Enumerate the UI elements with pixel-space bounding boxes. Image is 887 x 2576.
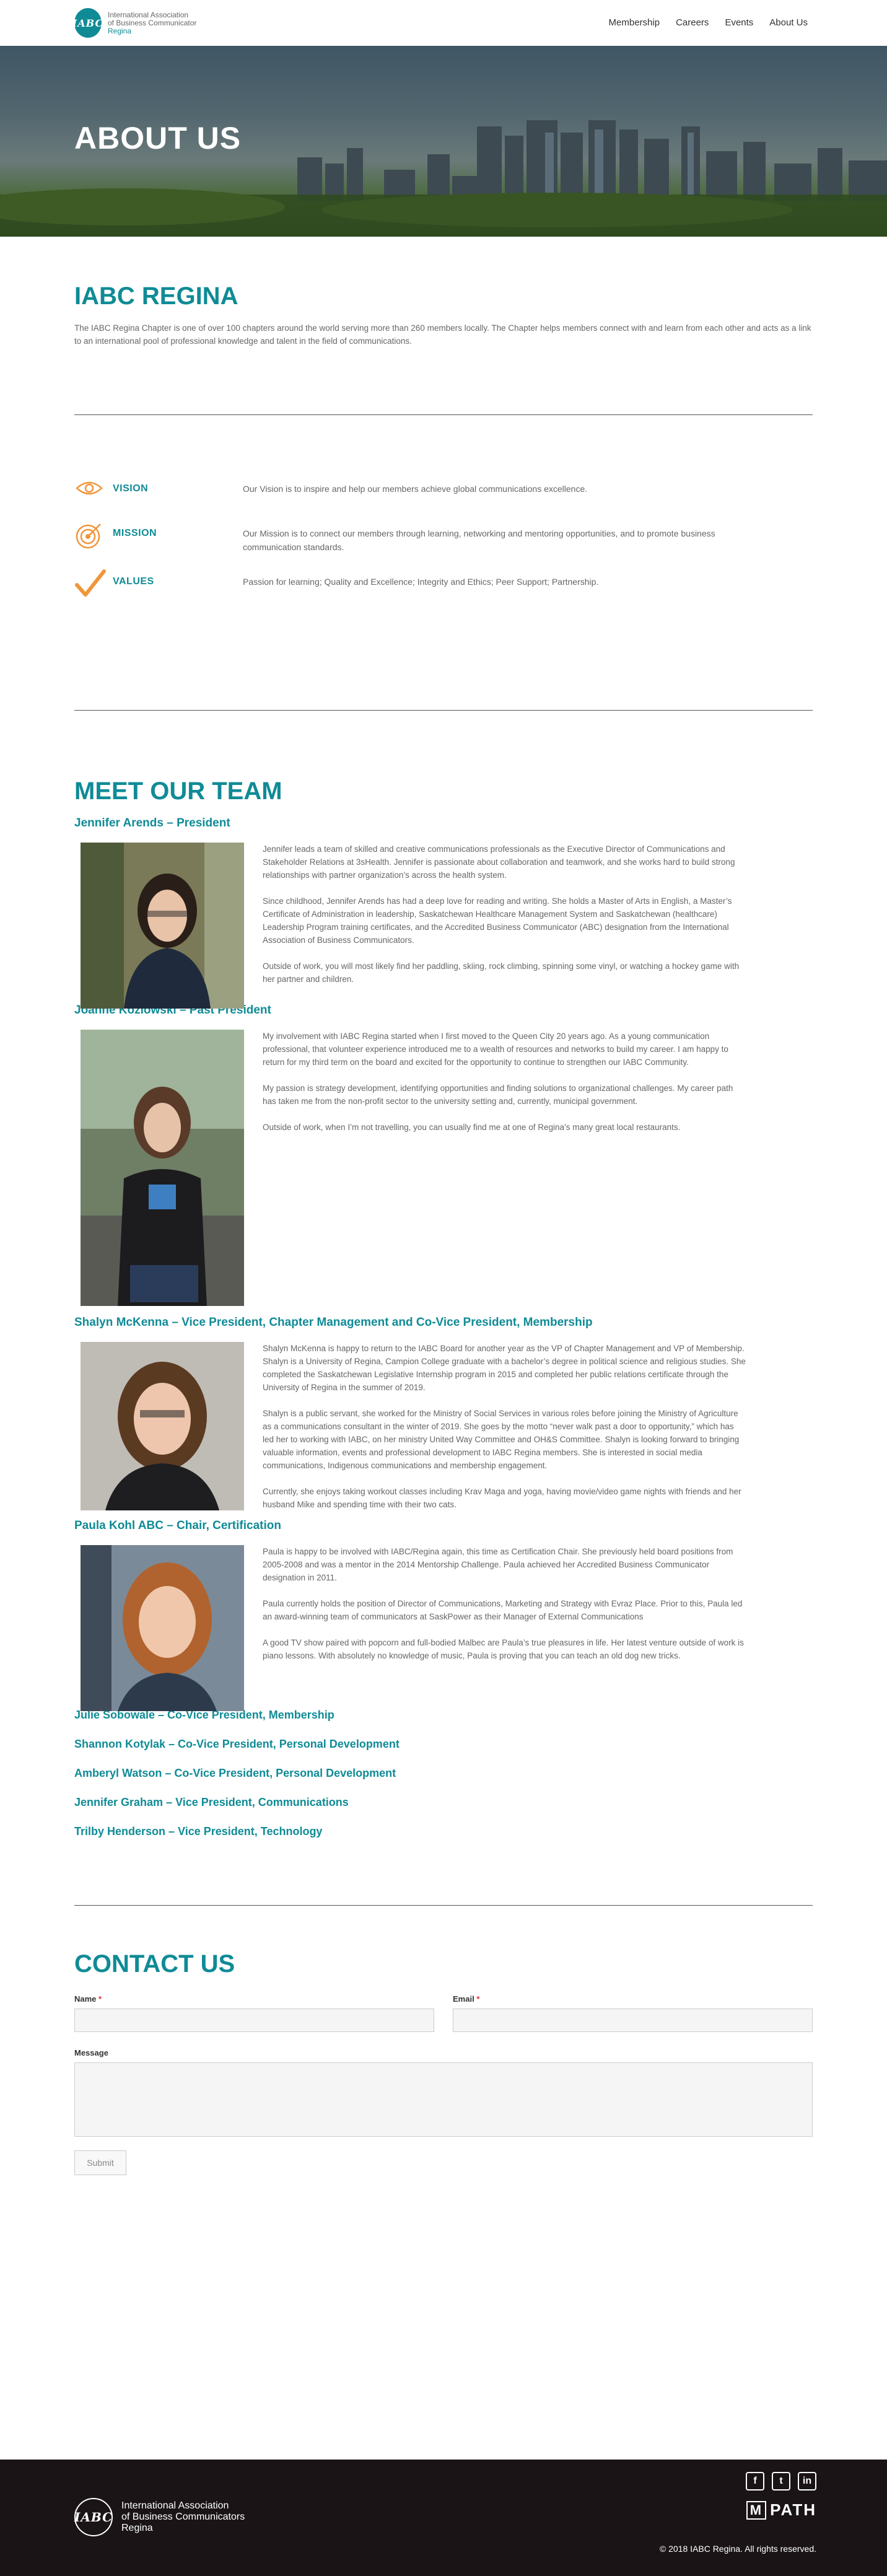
target-icon — [74, 520, 113, 550]
vision-row: VISION Our Vision is to inspire and help… — [74, 476, 813, 506]
required-mark: * — [476, 1994, 480, 2004]
bio-paragraph: Jennifer leads a team of skilled and cre… — [263, 844, 735, 880]
copyright-text: © 2018 IABC Regina. All rights reserved. — [659, 2544, 816, 2554]
footer-logo-text: International Association of Business Co… — [121, 2500, 245, 2534]
site-logo[interactable]: IABC International Association of Busine… — [72, 8, 196, 38]
member-jennifer-arends: Jennifer leads a team of skilled and cre… — [74, 843, 813, 1009]
email-label-text: Email — [453, 1994, 474, 2004]
other-members-list: Julie Sobowale – Co-Vice President, Memb… — [74, 1709, 813, 1838]
bio-paragraph: A good TV show paired with popcorn and f… — [263, 1638, 744, 1660]
mpath-logo[interactable]: M PATH — [746, 2500, 816, 2520]
iabc-logo-mark: IABC — [72, 8, 103, 38]
values-text: Passion for learning; Quality and Excell… — [243, 577, 599, 587]
submit-button[interactable]: Submit — [74, 2150, 126, 2175]
iabc-section: IABC REGINA The IABC Regina Chapter is o… — [0, 283, 887, 348]
member-bio: Jennifer leads a team of skilled and cre… — [263, 843, 747, 1009]
hero-banner: ABOUT US — [0, 46, 887, 237]
bio-paragraph: Shalyn is a public servant, she worked f… — [263, 1409, 740, 1470]
logo-text: International Association of Business Co… — [108, 11, 196, 35]
main-nav: Membership Careers Events About Us — [609, 17, 808, 28]
bio-paragraph: My involvement with IABC Regina started … — [263, 1032, 728, 1067]
footer-logo-line-2: of Business Communicators — [121, 2512, 245, 2522]
mission-label: MISSION — [113, 528, 157, 538]
member-bio: Paula is happy to be involved with IABC/… — [263, 1545, 747, 1711]
vision-label: VISION — [113, 483, 149, 494]
email-field-group: Email * — [453, 1994, 813, 2032]
nav-events[interactable]: Events — [725, 17, 753, 28]
mission-text: Our Mission is to connect our members th… — [243, 528, 715, 552]
name-label-text: Name — [74, 1994, 97, 2004]
eye-icon — [74, 476, 113, 506]
name-label: Name * — [74, 1994, 434, 2004]
twitter-icon[interactable]: t — [772, 2472, 790, 2491]
bio-paragraph: Since childhood, Jennifer Arends has had… — [263, 896, 732, 945]
nav-membership[interactable]: Membership — [609, 17, 660, 28]
name-field[interactable] — [74, 2009, 434, 2032]
contact-title: CONTACT US — [74, 1950, 235, 1978]
message-field[interactable] — [74, 2062, 813, 2137]
member-photo — [81, 1342, 244, 1510]
site-footer: IABC International Association of Busine… — [0, 2460, 887, 2576]
facebook-icon[interactable]: f — [746, 2472, 764, 2491]
checkmark-icon — [74, 569, 113, 598]
social-links: f t in — [746, 2472, 816, 2491]
team-title: MEET OUR TEAM — [74, 778, 282, 805]
vision-text: Our Vision is to inspire and help our me… — [243, 484, 588, 494]
iabc-title: IABC REGINA — [74, 283, 238, 310]
member-name: Shannon Kotylak – Co-Vice President, Per… — [74, 1738, 400, 1750]
team-section: MEET OUR TEAM Jennifer Arends – Presiden… — [0, 778, 887, 1838]
bio-paragraph: Shalyn McKenna is happy to return to the… — [263, 1344, 746, 1392]
vmv-section: VISION Our Vision is to inspire and help… — [0, 476, 887, 598]
mission-row: MISSION Our Mission is to connect our me… — [74, 520, 813, 554]
footer-logo-line-1: International Association — [121, 2500, 229, 2511]
bio-paragraph: Outside of work, when I’m not travelling… — [263, 1123, 681, 1132]
values-label: VALUES — [113, 576, 154, 587]
member-joanne-kozlowski: My involvement with IABC Regina started … — [74, 1030, 813, 1306]
nav-about-us[interactable]: About Us — [769, 17, 808, 28]
values-row: VALUES Passion for learning; Quality and… — [74, 569, 813, 598]
nav-careers[interactable]: Careers — [676, 17, 709, 28]
section-divider — [74, 1905, 813, 1906]
bio-paragraph: Currently, she enjoys taking workout cla… — [263, 1487, 741, 1509]
email-field[interactable] — [453, 2009, 813, 2032]
mpath-logo-mark: M — [746, 2500, 767, 2520]
message-label: Message — [74, 2048, 108, 2057]
member-photo — [81, 1545, 244, 1711]
logo-line-2: of Business Communicator — [108, 18, 197, 27]
logo-line-1: International Association — [108, 10, 189, 19]
iabc-description: The IABC Regina Chapter is one of over 1… — [74, 323, 811, 346]
mpath-logo-text: PATH — [770, 2500, 816, 2519]
member-name: Jennifer Graham – Vice President, Commun… — [74, 1796, 349, 1808]
member-name: Amberyl Watson – Co-Vice President, Pers… — [74, 1767, 396, 1779]
contact-row: Name * Email * — [74, 1994, 813, 2032]
member-name: Trilby Henderson – Vice President, Techn… — [74, 1825, 323, 1838]
email-label: Email * — [453, 1994, 813, 2004]
message-field-group: Message — [74, 2048, 813, 2137]
footer-logo-line-3: Regina — [121, 2523, 153, 2533]
bio-paragraph: Outside of work, you will most likely fi… — [263, 962, 740, 984]
member-shalyn-mckenna: Shalyn McKenna is happy to return to the… — [74, 1342, 813, 1524]
footer-iabc-logo-mark: IABC — [74, 2498, 113, 2536]
member-bio: Shalyn McKenna is happy to return to the… — [263, 1342, 747, 1524]
member-name: Jennifer Arends – President — [74, 817, 230, 830]
footer-logo[interactable]: IABC International Association of Busine… — [74, 2498, 245, 2536]
member-bio: My involvement with IABC Regina started … — [263, 1030, 747, 1306]
member-photo — [81, 843, 244, 1009]
page-title: ABOUT US — [74, 121, 242, 156]
member-photo — [81, 1030, 244, 1306]
section-divider — [74, 414, 813, 415]
name-field-group: Name * — [74, 1994, 434, 2032]
bio-paragraph: My passion is strategy development, iden… — [263, 1084, 733, 1106]
required-mark: * — [98, 1994, 102, 2004]
member-paula-kohl: Paula is happy to be involved with IABC/… — [74, 1545, 813, 1711]
contact-section: CONTACT US Name * Email * Message Submit — [0, 1950, 887, 2175]
logo-line-3: Regina — [108, 26, 132, 35]
bio-paragraph: Paula is happy to be involved with IABC/… — [263, 1547, 733, 1582]
bio-paragraph: Paula currently holds the position of Di… — [263, 1599, 743, 1621]
section-divider — [74, 710, 813, 711]
site-header: IABC International Association of Busine… — [0, 0, 887, 46]
linkedin-icon[interactable]: in — [798, 2472, 816, 2491]
member-name: Shalyn McKenna – Vice President, Chapter… — [74, 1316, 593, 1329]
